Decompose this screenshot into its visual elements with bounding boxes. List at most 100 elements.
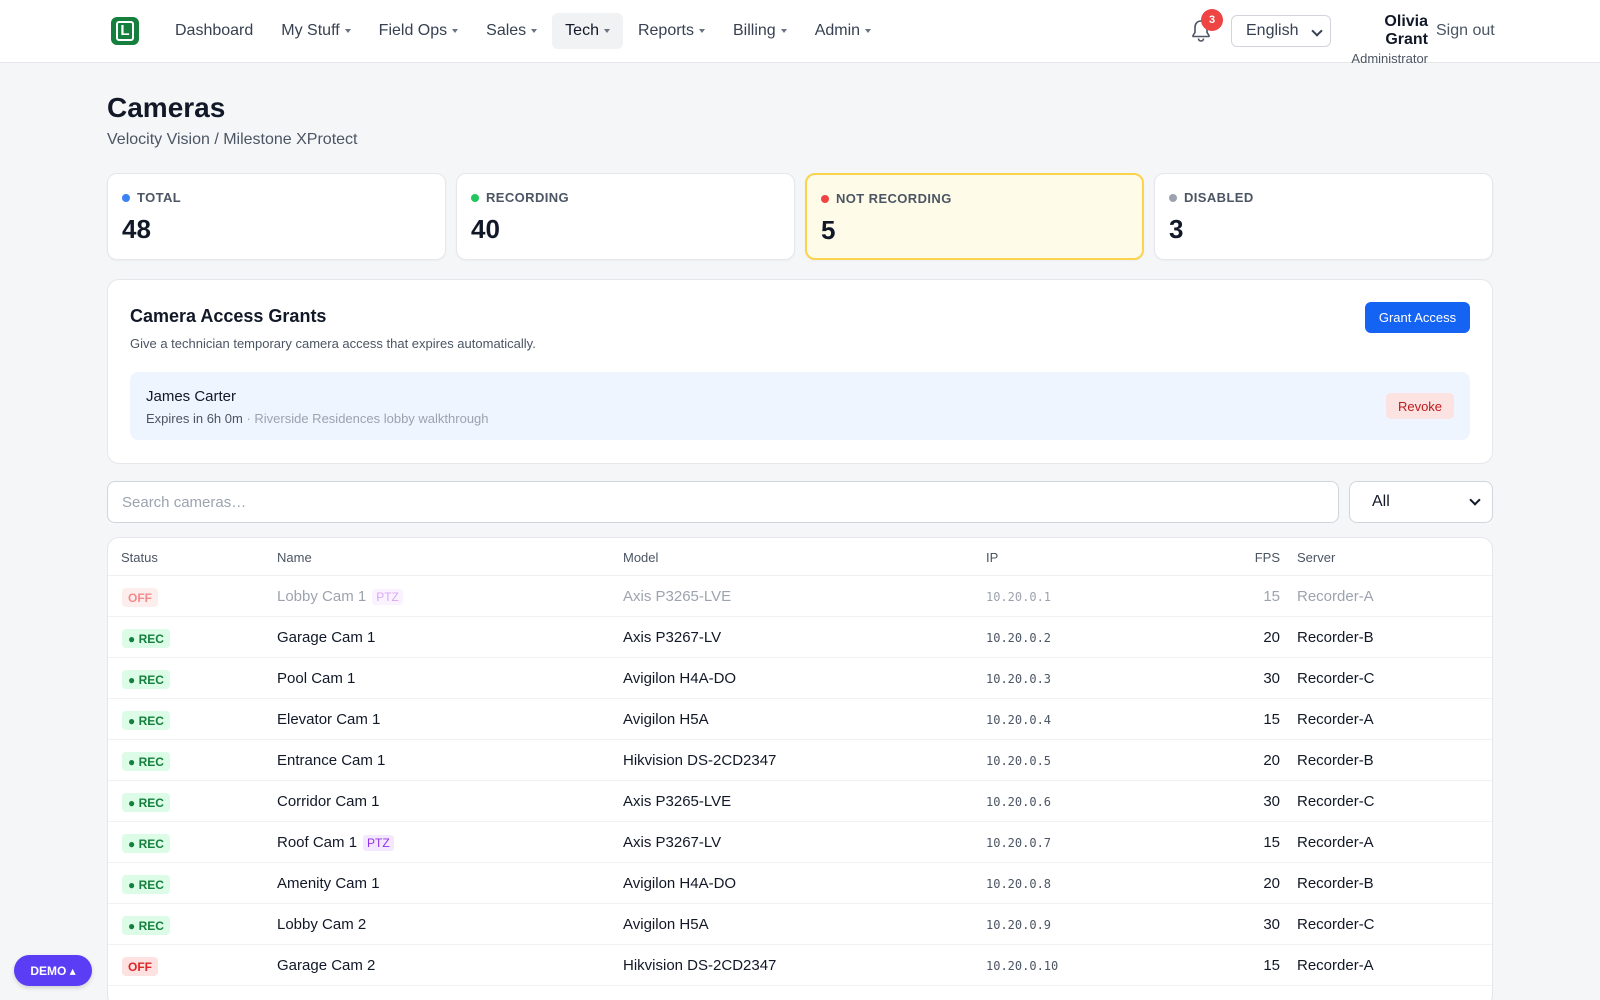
camera-model: Hikvision DS-2CD2347 <box>623 957 777 974</box>
stat-card-total[interactable]: TOTAL 48 <box>107 173 446 260</box>
search-input[interactable] <box>107 481 1339 523</box>
camera-server: Recorder-C <box>1297 793 1375 810</box>
camera-model: Avigilon H4A-DO <box>623 670 737 687</box>
stat-label: TOTAL <box>122 190 181 205</box>
camera-server: Recorder-A <box>1297 711 1374 728</box>
stat-value: 5 <box>821 215 836 245</box>
camera-name: Garage Cam 1 <box>277 629 376 646</box>
table-row[interactable]: ● REC Corridor Cam 1 Axis P3265-LVE 10.20.0… <box>108 781 1492 822</box>
nav-item-my-stuff[interactable]: My Stuff <box>268 13 363 49</box>
camera-server: Recorder-C <box>1297 670 1375 687</box>
camera-fps: 15 <box>1263 588 1280 605</box>
nav-item-sales[interactable]: Sales <box>473 13 550 49</box>
main-nav: Dashboard My Stuff Field Ops Sales Tech Repor… <box>162 13 884 49</box>
camera-name-cell: Amenity Cam 1 <box>277 875 380 892</box>
nav-item-admin[interactable]: Admin <box>802 13 884 49</box>
stat-card-disabled[interactable]: DISABLED 3 <box>1154 173 1493 260</box>
cameras-table: Status Name Model IP FPS Server OFF Lobby… <box>107 537 1493 1000</box>
camera-fps: 30 <box>1263 670 1280 687</box>
caret-down-icon <box>344 29 351 33</box>
nav-item-label: Tech <box>565 22 599 39</box>
camera-name-cell: Lobby Cam 2 <box>277 916 366 933</box>
table-row[interactable]: ● REC Pool Cam 1 Avigilon H4A-DO 10.20.0.3 3… <box>108 658 1492 699</box>
table-row[interactable]: ● REC Lobby Cam 2 Avigilon H5A 10.20.0.9 30 R… <box>108 904 1492 945</box>
ptz-badge: PTZ <box>363 835 394 851</box>
column-header-name[interactable]: Name <box>277 550 312 565</box>
stat-card-not-recording[interactable]: NOT RECORDING 5 <box>805 173 1144 260</box>
filter-value: All <box>1372 493 1390 510</box>
camera-ip: 10.20.0.1 <box>986 590 1052 604</box>
camera-name: Entrance Cam 1 <box>277 752 386 769</box>
nav-item-label: Dashboard <box>175 22 254 39</box>
grants-title: Camera Access Grants <box>130 306 327 326</box>
camera-server: Recorder-A <box>1297 588 1374 605</box>
nav-item-field-ops[interactable]: Field Ops <box>366 13 471 49</box>
table-row[interactable]: OFF Lobby Cam 1 PTZ Axis P3265-LVE 10.20.0.1… <box>108 576 1492 617</box>
nav-item-reports[interactable]: Reports <box>625 13 718 49</box>
column-header-ip[interactable]: IP <box>986 550 998 565</box>
camera-server: Recorder-C <box>1297 916 1375 933</box>
status-filter-select[interactable]: All <box>1349 481 1493 523</box>
top-navbar: L Dashboard My Stuff Field Ops Sales Tech Rep… <box>0 0 1600 66</box>
column-header-status[interactable]: Status <box>121 550 158 565</box>
camera-model: Avigilon H4A-DO <box>623 875 737 892</box>
status-badge: ● REC <box>122 752 170 771</box>
status-badge: ● REC <box>122 834 170 853</box>
table-row[interactable]: ● REC Entrance Cam 1 Hikvision DS-2CD2347 1… <box>108 740 1492 781</box>
table-row[interactable]: OFF Garage Cam 2 Hikvision DS-2CD2347 10.20… <box>108 945 1492 986</box>
camera-model: Avigilon H5A <box>623 916 709 933</box>
camera-server: Recorder-B <box>1297 629 1374 646</box>
nav-item-label: Field Ops <box>378 22 448 39</box>
camera-name: Lobby Cam 2 <box>277 916 367 933</box>
chevron-down-icon <box>1469 494 1481 506</box>
camera-name-cell: Garage Cam 2 <box>277 957 375 974</box>
camera-server: Recorder-B <box>1297 752 1374 769</box>
camera-ip: 10.20.0.3 <box>986 672 1052 686</box>
caret-down-icon <box>780 29 787 33</box>
status-badge: ● REC <box>122 670 170 689</box>
camera-model: Axis P3267-LV <box>623 629 722 646</box>
camera-name-cell: Pool Cam 1 <box>277 670 355 687</box>
camera-fps: 30 <box>1263 916 1280 933</box>
table-row[interactable]: ● REC Roof Cam 1 PTZ Axis P3267-LV 10.20.0.7… <box>108 822 1492 863</box>
status-badge: ● REC <box>122 793 170 812</box>
camera-model: Axis P3265-LVE <box>623 588 732 605</box>
camera-fps: 20 <box>1263 875 1280 892</box>
table-row[interactable]: ● REC Elevator Cam 1 Avigilon H5A 10.20.0.4… <box>108 699 1492 740</box>
app-logo[interactable]: L <box>111 17 139 45</box>
camera-fps: 20 <box>1263 629 1280 646</box>
grant-technician-name: James Carter <box>146 388 237 405</box>
grant-separator: · <box>242 411 255 426</box>
nav-item-dashboard[interactable]: Dashboard <box>162 13 266 49</box>
demo-mode-button[interactable]: DEMO ▴ <box>14 955 92 986</box>
table-row[interactable]: ● REC Amenity Cam 1 Avigilon H4A-DO 10.20.0… <box>108 863 1492 904</box>
revoke-button[interactable]: Revoke <box>1386 393 1454 419</box>
camera-name-cell: Lobby Cam 1 PTZ <box>277 588 403 605</box>
camera-fps: 15 <box>1263 711 1280 728</box>
camera-fps: 15 <box>1263 834 1280 851</box>
stat-label-text: DISABLED <box>1184 190 1254 205</box>
nav-item-tech[interactable]: Tech <box>552 13 623 49</box>
language-value: English <box>1246 22 1299 39</box>
status-badge: OFF <box>122 957 158 976</box>
stat-card-recording[interactable]: RECORDING 40 <box>456 173 795 260</box>
table-row[interactable]: ● REC Garage Cam 1 Axis P3267-LV 10.20.0.2 2… <box>108 617 1492 658</box>
camera-server: Recorder-B <box>1297 875 1374 892</box>
column-header-server[interactable]: Server <box>1297 550 1335 565</box>
caret-down-icon <box>865 29 872 33</box>
camera-name-cell: Corridor Cam 1 <box>277 793 380 810</box>
nav-item-label: My Stuff <box>281 22 340 39</box>
column-header-fps[interactable]: FPS <box>1245 550 1280 565</box>
camera-name-cell: Elevator Cam 1 <box>277 711 380 728</box>
language-select[interactable]: English <box>1231 15 1331 47</box>
grants-description: Give a technician temporary camera acces… <box>130 336 536 351</box>
sign-out-link[interactable]: Sign out <box>1436 22 1495 40</box>
camera-ip: 10.20.0.6 <box>986 795 1052 809</box>
column-header-model[interactable]: Model <box>623 550 658 565</box>
camera-server: Recorder-A <box>1297 957 1374 974</box>
camera-fps: 20 <box>1263 752 1280 769</box>
grant-item: James Carter Expires in 6h 0m · Riversid… <box>130 372 1470 440</box>
status-badge: OFF <box>122 588 158 607</box>
nav-item-billing[interactable]: Billing <box>720 13 800 49</box>
grant-access-button[interactable]: Grant Access <box>1365 302 1470 333</box>
